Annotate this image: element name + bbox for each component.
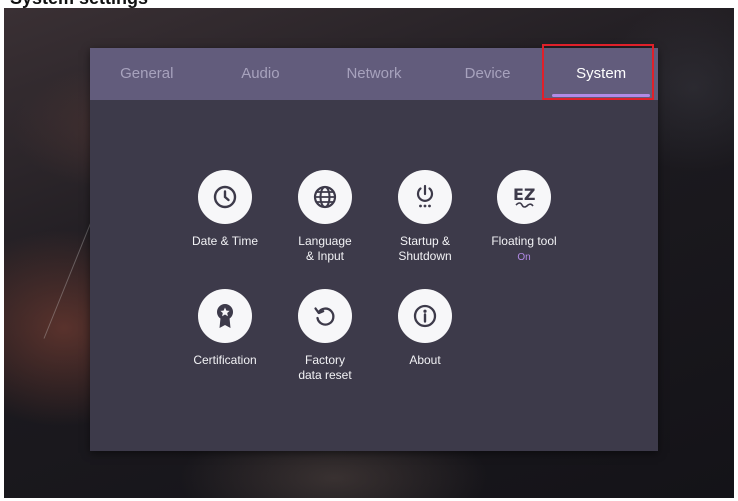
svg-text:EZ: EZ [513, 185, 536, 204]
startup-label-line2: Shutdown [398, 249, 452, 263]
globe-icon [298, 170, 352, 224]
settings-panel: General Audio Network Device System Date… [90, 48, 658, 451]
certification-label: Certification [193, 353, 257, 367]
factory-reset-item[interactable]: Factory data reset [275, 289, 375, 383]
tab-general[interactable]: General [90, 48, 204, 100]
heading-text: System settings [10, 0, 148, 8]
cropped-heading: System settings [0, 0, 738, 8]
tab-device[interactable]: Device [431, 48, 545, 100]
floating-tool-item[interactable]: EZ Floating tool On [474, 170, 574, 263]
tab-system[interactable]: System [544, 48, 658, 100]
factory-label-line2: data reset [298, 368, 352, 382]
startup-label-line1: Startup & [399, 234, 451, 248]
ez-icon: EZ [497, 170, 551, 224]
factory-label-line1: Factory [304, 353, 345, 367]
about-label: About [409, 353, 441, 367]
certificate-icon [198, 289, 252, 343]
language-input-item[interactable]: Language & Input [275, 170, 375, 264]
tab-bar: General Audio Network Device System [90, 48, 658, 100]
info-icon [398, 289, 452, 343]
certification-item[interactable]: Certification [175, 289, 275, 368]
tab-audio[interactable]: Audio [204, 48, 318, 100]
clock-icon [198, 170, 252, 224]
floating-tool-status: On [517, 252, 531, 263]
date-time-item[interactable]: Date & Time [175, 170, 275, 249]
about-item[interactable]: About [375, 289, 475, 368]
date-time-label: Date & Time [191, 234, 259, 248]
power-icon [398, 170, 452, 224]
language-label-line1: Language [298, 234, 352, 248]
language-label-line2: & Input [305, 249, 345, 263]
tab-network[interactable]: Network [317, 48, 431, 100]
floating-tool-label: Floating tool [491, 234, 557, 248]
wallpaper-streak [43, 208, 97, 339]
startup-shutdown-item[interactable]: Startup & Shutdown [375, 170, 475, 264]
reset-icon [298, 289, 352, 343]
